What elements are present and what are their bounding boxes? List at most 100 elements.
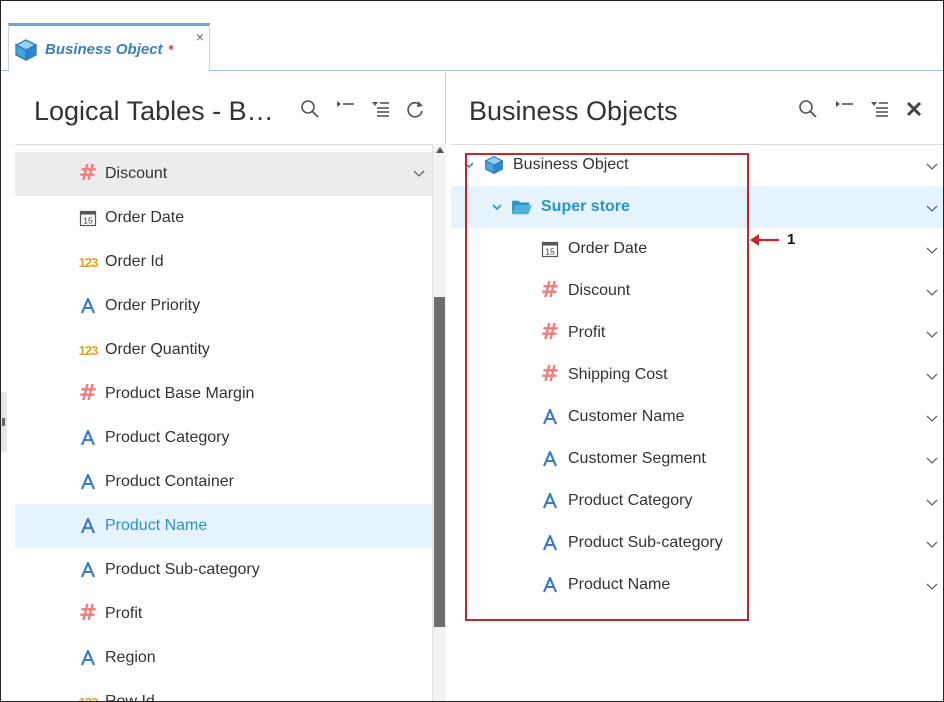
column-label: Product Category (105, 429, 230, 446)
search-icon[interactable] (299, 98, 321, 120)
logical-table-column-row[interactable]: Product Container (15, 460, 432, 504)
unsaved-indicator: * (168, 42, 174, 57)
search-icon[interactable] (797, 98, 819, 120)
tree-item[interactable]: Product Name (451, 564, 943, 606)
tree-item-label: Super store (541, 198, 630, 215)
chevron-down-icon[interactable] (412, 166, 426, 180)
tree-item[interactable]: Customer Name (451, 396, 943, 438)
refresh-icon[interactable] (404, 98, 426, 120)
logical-table-column-row[interactable]: 123 Order Id (15, 240, 432, 284)
chevron-down-icon[interactable] (925, 201, 939, 215)
column-label: Order Date (105, 209, 185, 226)
expand-all-icon[interactable] (369, 98, 391, 120)
tree-item-label: Order Date (568, 240, 648, 257)
logical-table-column-row[interactable]: 123 Order Quantity (15, 328, 432, 372)
text-attribute-icon (77, 427, 99, 449)
business-objects-panel: Business Objects Business Object Super st… (447, 72, 943, 701)
logical-table-column-row[interactable]: # Profit (15, 592, 432, 636)
calendar-icon: 15 (77, 207, 99, 229)
svg-text:15: 15 (83, 216, 93, 226)
tree-item-label: Shipping Cost (568, 366, 668, 383)
chevron-down-icon[interactable] (925, 495, 939, 509)
tree-item[interactable]: 15 Order Date (451, 228, 943, 270)
logical-table-column-row[interactable]: Product Category (15, 416, 432, 460)
tree-item[interactable]: # Shipping Cost (451, 354, 943, 396)
measure-hash-icon: # (78, 161, 98, 186)
text-attribute-icon (77, 559, 99, 581)
logical-table-column-row[interactable]: 123 Row Id (15, 680, 432, 702)
collapse-all-icon[interactable] (334, 98, 356, 120)
text-attribute-icon (539, 532, 561, 554)
tree-item[interactable]: Product Category (451, 480, 943, 522)
tab-business-object[interactable]: Business Object * × (8, 23, 210, 72)
tree-item-label: Product Sub-category (568, 534, 723, 551)
chevron-down-icon[interactable] (925, 537, 939, 551)
business-objects-tree: Business Object Super store 15 Order Date # D… (451, 150, 943, 701)
measure-hash-icon: # (78, 601, 98, 626)
chevron-down-icon[interactable] (491, 200, 503, 212)
cube-icon (483, 154, 505, 176)
cube-icon (14, 38, 38, 62)
column-label: Discount (105, 165, 168, 182)
column-label: Order Id (105, 253, 164, 270)
chevron-down-icon[interactable] (925, 327, 939, 341)
measure-hash-icon: # (78, 381, 98, 406)
collapse-all-icon[interactable] (833, 98, 855, 120)
header-divider (451, 144, 943, 145)
chevron-down-icon[interactable] (925, 579, 939, 593)
tree-item[interactable]: # Discount (451, 270, 943, 312)
tree-item[interactable]: # Profit (451, 312, 943, 354)
numeric-123-icon: 123 (78, 694, 99, 702)
tree-folder-super-store[interactable]: Super store (451, 186, 943, 228)
measure-hash-icon: # (540, 362, 560, 387)
numeric-123-icon: 123 (78, 342, 99, 358)
svg-text:15: 15 (545, 247, 555, 257)
tree-item-label: Business Object (513, 156, 629, 173)
tab-title: Business Object (45, 41, 163, 58)
tab-bar: Business Object * × (1, 1, 943, 72)
tree-item-label: Profit (568, 324, 606, 341)
text-attribute-icon (77, 647, 99, 669)
measure-hash-icon: # (540, 278, 560, 303)
panel-drag-handle[interactable] (1, 392, 7, 452)
column-label: Order Quantity (105, 341, 210, 358)
column-label: Row Id (105, 693, 155, 702)
scrollbar[interactable] (432, 144, 447, 701)
logical-tables-title: Logical Tables - B… (34, 96, 274, 126)
chevron-down-icon[interactable] (463, 158, 475, 170)
chevron-down-icon[interactable] (925, 243, 939, 257)
tree-root-business-object[interactable]: Business Object (451, 150, 943, 186)
numeric-123-icon: 123 (78, 254, 99, 270)
column-label: Product Sub-category (105, 561, 260, 578)
logical-table-column-row[interactable]: Region (15, 636, 432, 680)
scroll-up-icon[interactable] (433, 144, 447, 156)
text-attribute-icon (77, 515, 99, 537)
close-tab-icon[interactable]: × (196, 29, 204, 45)
chevron-down-icon[interactable] (925, 453, 939, 467)
scrollbar-thumb[interactable] (434, 297, 445, 627)
text-attribute-icon (539, 406, 561, 428)
chevron-down-icon[interactable] (925, 159, 939, 173)
close-icon[interactable] (903, 98, 925, 120)
logical-table-column-row[interactable]: 15 Order Date (15, 196, 432, 240)
chevron-down-icon[interactable] (925, 369, 939, 383)
column-label: Product Base Margin (105, 385, 255, 402)
text-attribute-icon (539, 448, 561, 470)
column-label: Product Name (105, 517, 208, 534)
header-divider (15, 144, 445, 145)
folder-open-icon (511, 196, 533, 218)
logical-table-column-row[interactable]: # Product Base Margin (15, 372, 432, 416)
text-attribute-icon (539, 490, 561, 512)
tree-item[interactable]: Customer Segment (451, 438, 943, 480)
logical-table-column-row[interactable]: Product Sub-category (15, 548, 432, 592)
tree-item[interactable]: Product Sub-category (451, 522, 943, 564)
tree-item-label: Customer Segment (568, 450, 706, 467)
text-attribute-icon (539, 574, 561, 596)
chevron-down-icon[interactable] (925, 411, 939, 425)
logical-table-column-row[interactable]: Order Priority (15, 284, 432, 328)
tree-item-label: Product Category (568, 492, 693, 509)
expand-all-icon[interactable] (868, 98, 890, 120)
logical-table-column-row[interactable]: Product Name (15, 504, 432, 548)
chevron-down-icon[interactable] (925, 285, 939, 299)
logical-table-column-row[interactable]: # Discount (15, 152, 432, 196)
